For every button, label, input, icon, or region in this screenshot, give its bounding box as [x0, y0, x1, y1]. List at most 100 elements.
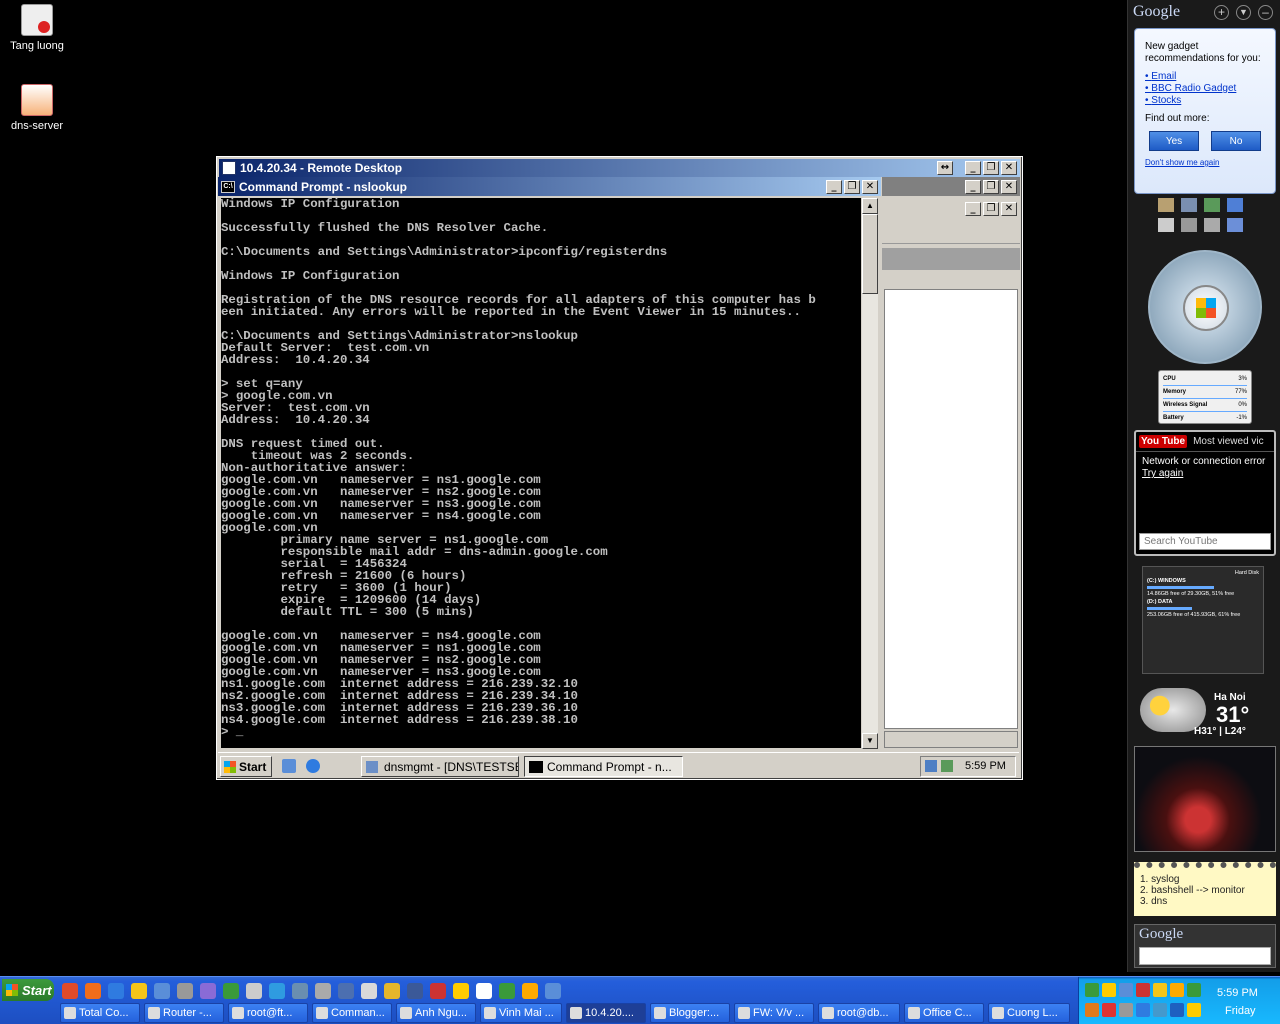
remote-task-dnsmgmt[interactable]: dnsmgmt - [DNS\TESTSE... [361, 756, 519, 777]
notes-gadget[interactable]: 1. syslog 2. bashshell --> monitor 3. dn… [1134, 862, 1276, 916]
taskbar-task-button[interactable]: FW: V/v ... [734, 1003, 814, 1023]
taskbar-task-button[interactable]: 10.4.20.... [566, 1003, 646, 1023]
taskbar-clock[interactable]: 5:59 PM [1217, 987, 1258, 999]
taskbar-task-button[interactable]: Router -... [144, 1003, 224, 1023]
tray-app-icon[interactable] [1187, 1003, 1201, 1017]
quicklaunch-app-icon[interactable] [361, 983, 377, 999]
minimize-button[interactable]: _ [826, 179, 842, 194]
tray-app-icon[interactable] [1136, 983, 1150, 997]
yes-button[interactable]: Yes [1149, 131, 1199, 151]
ie-quicklaunch-icon[interactable] [306, 759, 320, 773]
console-output[interactable]: Windows IP Configuration Successfully fl… [221, 198, 861, 748]
quicklaunch-app-icon[interactable] [453, 983, 469, 999]
taskbar-task-button[interactable]: Vinh Mai ... [480, 1003, 562, 1023]
close-button[interactable]: ✕ [1001, 161, 1017, 175]
taskbar-task-button[interactable]: Office C... [904, 1003, 984, 1023]
quicklaunch-app-icon[interactable] [131, 983, 147, 999]
chevron-down-icon[interactable]: ▼ [1236, 5, 1251, 20]
taskbar-task-button[interactable]: Comman... [312, 1003, 392, 1023]
security-icon[interactable] [941, 760, 953, 772]
desktop-quicklaunch-icon[interactable] [282, 759, 296, 773]
tray-app-icon[interactable] [1170, 983, 1184, 997]
dont-show-again-link[interactable]: Don't show me again [1145, 157, 1265, 169]
remote-task-command-prompt[interactable]: Command Prompt - n... [524, 756, 683, 777]
launcher-app-icon[interactable] [1181, 198, 1197, 212]
list-pane[interactable] [884, 289, 1018, 729]
quicklaunch-app-icon[interactable] [522, 983, 538, 999]
taskbar-task-button[interactable]: root@db... [818, 1003, 900, 1023]
recommendation-link-bbc[interactable]: • BBC Radio Gadget [1145, 83, 1265, 95]
command-prompt-titlebar[interactable]: C:\ Command Prompt - nslookup _ ❐ ✕ [218, 177, 881, 196]
quicklaunch-app-icon[interactable] [430, 983, 446, 999]
scroll-down-icon[interactable]: ▼ [862, 733, 878, 749]
no-button[interactable]: No [1211, 131, 1261, 151]
minimize-button[interactable]: _ [965, 202, 981, 216]
taskbar-task-button[interactable]: Cuong L... [988, 1003, 1070, 1023]
quicklaunch-app-icon[interactable] [476, 983, 492, 999]
restore-button[interactable]: ❐ [844, 179, 860, 194]
quicklaunch-app-icon[interactable] [177, 983, 193, 999]
scroll-up-icon[interactable]: ▲ [862, 198, 878, 214]
youtube-search-input[interactable]: Search YouTube [1139, 533, 1271, 550]
tray-app-icon[interactable] [1085, 983, 1099, 997]
tray-app-icon[interactable] [1170, 1003, 1184, 1017]
restore-button[interactable]: ❐ [983, 202, 999, 216]
recommendation-link-stocks[interactable]: • Stocks [1145, 95, 1265, 107]
tray-app-icon[interactable] [1187, 983, 1201, 997]
tray-app-icon[interactable] [1153, 983, 1167, 997]
quicklaunch-app-icon[interactable] [338, 983, 354, 999]
desktop-icon-tang-luong[interactable]: Tang luong [0, 4, 74, 52]
tray-app-icon[interactable] [1153, 1003, 1167, 1017]
start-button[interactable]: Start [2, 979, 54, 1001]
restore-button[interactable]: ❐ [983, 179, 999, 194]
scroll-thumb[interactable] [862, 214, 878, 294]
launcher-app-icon[interactable] [1181, 218, 1197, 232]
network-icon[interactable] [925, 760, 937, 772]
youtube-retry-link[interactable]: Try again [1136, 468, 1274, 479]
quicklaunch-app-icon[interactable] [62, 983, 78, 999]
quicklaunch-app-icon[interactable] [200, 983, 216, 999]
close-button[interactable]: ✕ [1001, 179, 1017, 194]
slideshow-gadget[interactable] [1134, 746, 1276, 852]
taskbar-task-button[interactable]: root@ft... [228, 1003, 308, 1023]
google-search-input[interactable] [1139, 947, 1271, 965]
quicklaunch-app-icon[interactable] [246, 983, 262, 999]
desktop-icon-dns-server[interactable]: dns-server [0, 84, 74, 132]
tray-app-icon[interactable] [1136, 1003, 1150, 1017]
tray-app-icon[interactable] [1102, 1003, 1116, 1017]
restore-button[interactable]: ❐ [983, 161, 999, 175]
quicklaunch-app-icon[interactable] [545, 983, 561, 999]
recommendation-link-email[interactable]: • Email [1145, 71, 1265, 83]
minimize-button[interactable]: _ [965, 179, 981, 194]
launcher-app-icon[interactable] [1158, 218, 1174, 232]
add-gadget-icon[interactable]: + [1214, 5, 1229, 20]
minimize-sidebar-icon[interactable]: – [1258, 5, 1273, 20]
remote-start-button[interactable]: Start [220, 756, 272, 777]
quicklaunch-app-icon[interactable] [315, 983, 331, 999]
resize-toggle-icon[interactable]: ↔ [937, 161, 953, 175]
remote-desktop-titlebar[interactable]: 10.4.20.34 - Remote Desktop ↔ _ ❐ ✕ [219, 159, 1020, 177]
launcher-app-icon[interactable] [1204, 198, 1220, 212]
quicklaunch-app-icon[interactable] [108, 983, 124, 999]
quicklaunch-app-icon[interactable] [384, 983, 400, 999]
quicklaunch-app-icon[interactable] [154, 983, 170, 999]
launcher-app-icon[interactable] [1227, 198, 1243, 212]
quicklaunch-app-icon[interactable] [223, 983, 239, 999]
launcher-app-icon[interactable] [1204, 218, 1220, 232]
close-button[interactable]: ✕ [862, 179, 878, 194]
taskbar-task-button[interactable]: Blogger:... [650, 1003, 730, 1023]
quicklaunch-app-icon[interactable] [499, 983, 515, 999]
launcher-app-icon[interactable] [1227, 218, 1243, 232]
quicklaunch-app-icon[interactable] [269, 983, 285, 999]
launcher-app-icon[interactable] [1158, 198, 1174, 212]
tray-app-icon[interactable] [1085, 1003, 1099, 1017]
close-button[interactable]: ✕ [1001, 202, 1017, 216]
taskbar-task-button[interactable]: Anh Ngu... [396, 1003, 476, 1023]
tray-app-icon[interactable] [1119, 983, 1133, 997]
vertical-scrollbar[interactable]: ▲ ▼ [862, 198, 878, 749]
taskbar-task-button[interactable]: Total Co... [60, 1003, 140, 1023]
tray-app-icon[interactable] [1119, 1003, 1133, 1017]
background-window-titlebar[interactable]: _ ❐ ✕ [882, 177, 1020, 196]
quicklaunch-app-icon[interactable] [292, 983, 308, 999]
minimize-button[interactable]: _ [965, 161, 981, 175]
